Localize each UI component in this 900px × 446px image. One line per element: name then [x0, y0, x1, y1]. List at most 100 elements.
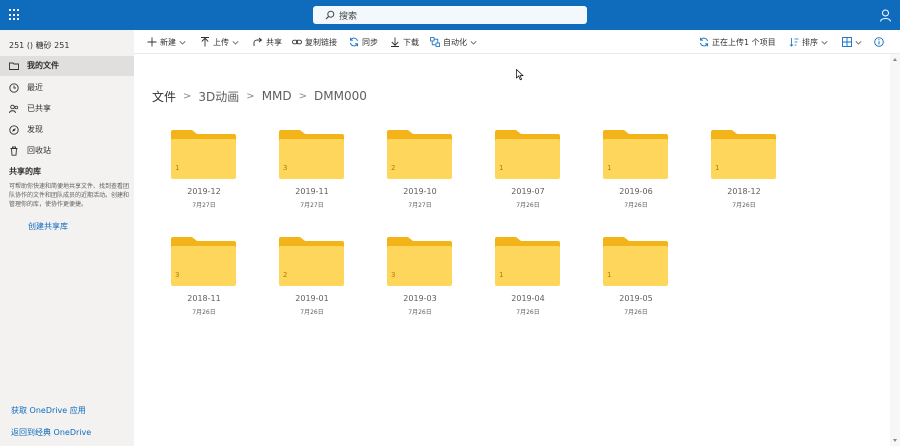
upload-status[interactable]: 正在上传1 个项目 [699, 30, 776, 54]
get-app-link[interactable]: 获取 OneDrive 应用 [11, 405, 86, 416]
automate-label: 自动化 [443, 37, 467, 47]
folder-tile[interactable]: 3 2019-03 7月26日 [368, 237, 472, 331]
share-label: 共享 [266, 37, 282, 47]
folder-icon [603, 237, 668, 286]
sidebar-item-label: 我的文件 [27, 61, 59, 70]
scroll-up-arrow[interactable] [893, 58, 897, 61]
folder-name: 2018-11 [187, 294, 221, 303]
folder-tile[interactable]: 1 2019-05 7月26日 [584, 237, 688, 331]
folder-date: 7月26日 [732, 202, 756, 209]
create-library-link[interactable]: 创建共享库 [28, 221, 68, 232]
view-options-button[interactable] [842, 30, 862, 54]
folder-name: 2019-05 [619, 294, 653, 303]
scroll-down-arrow[interactable] [893, 439, 897, 442]
automate-icon [430, 37, 440, 47]
download-label: 下载 [403, 37, 419, 47]
link-icon [292, 39, 302, 45]
folder-item-count: 1 [715, 164, 720, 172]
sidebar: 251 () 糖砂 251 我的文件 最近 已共享 发现 回收站 共享的库 可帮… [0, 30, 134, 446]
folder-name: 2019-06 [619, 187, 653, 196]
folder-tile[interactable]: 2 2019-10 7月27日 [368, 130, 472, 224]
share-button[interactable]: 共享 [253, 30, 282, 54]
breadcrumb-separator: > [183, 90, 192, 102]
automate-button[interactable]: 自动化 [430, 30, 477, 54]
folder-tile[interactable]: 2 2019-01 7月26日 [260, 237, 364, 331]
chevron-down-icon [470, 40, 477, 45]
compass-icon [9, 125, 19, 135]
upload-label: 上传 [213, 37, 229, 47]
upload-button[interactable]: 上传 [200, 30, 239, 54]
download-button[interactable]: 下载 [390, 30, 419, 54]
sidebar-item-recent[interactable]: 最近 [0, 78, 134, 98]
chevron-down-icon [821, 40, 828, 45]
folder-name: 2019-12 [187, 187, 221, 196]
folder-tile[interactable]: 1 2019-12 7月27日 [152, 130, 256, 224]
folder-tile[interactable]: 1 2019-06 7月26日 [584, 130, 688, 224]
folder-icon [387, 130, 452, 179]
top-bar: 搜索 [0, 0, 900, 30]
account-name: 251 () 糖砂 251 [9, 41, 70, 50]
folder-icon [387, 237, 452, 286]
sync-icon [350, 37, 358, 47]
breadcrumb-item-files[interactable]: 文件 [152, 88, 176, 105]
folder-name: 2019-07 [511, 187, 545, 196]
account-icon[interactable] [879, 9, 892, 22]
sync-status-icon [700, 37, 708, 47]
folder-item-count: 3 [391, 271, 396, 279]
folder-tile[interactable]: 1 2019-07 7月26日 [476, 130, 580, 224]
sync-button[interactable]: 同步 [349, 30, 378, 54]
breadcrumb-item-current: DMM000 [314, 89, 367, 103]
chevron-down-icon [855, 40, 862, 45]
scrollbar[interactable] [890, 54, 900, 446]
folder-date: 7月26日 [624, 202, 648, 209]
folder-date: 7月27日 [408, 202, 432, 209]
folder-item-count: 1 [499, 271, 504, 279]
sync-label: 同步 [362, 37, 378, 47]
folder-name: 2019-10 [403, 187, 437, 196]
breadcrumb-item-mmd[interactable]: MMD [262, 89, 292, 103]
folder-date: 7月27日 [192, 202, 216, 209]
share-icon [253, 37, 263, 46]
breadcrumb-separator: > [246, 90, 255, 102]
folder-date: 7月26日 [192, 309, 216, 316]
breadcrumb-item-3d[interactable]: 3D动画 [198, 88, 239, 105]
folder-icon [9, 62, 19, 70]
sidebar-item-shared[interactable]: 已共享 [0, 99, 134, 119]
sidebar-item-label: 回收站 [27, 146, 51, 155]
folder-name: 2019-04 [511, 294, 545, 303]
shared-libraries-heading: 共享的库 [9, 167, 41, 176]
info-button[interactable] [874, 30, 884, 54]
info-icon [874, 37, 884, 47]
sidebar-item-recycle-bin[interactable]: 回收站 [0, 141, 134, 161]
folder-date: 7月26日 [408, 309, 432, 316]
mouse-cursor-icon [516, 69, 524, 81]
folder-icon [171, 237, 236, 286]
sidebar-item-discover[interactable]: 发现 [0, 120, 134, 140]
folder-item-count: 1 [607, 164, 612, 172]
copy-link-button[interactable]: 复制链接 [292, 30, 337, 54]
folder-name: 2019-11 [295, 187, 329, 196]
copy-link-label: 复制链接 [305, 37, 337, 47]
new-button[interactable]: 新建 [147, 30, 186, 54]
folder-tile[interactable]: 1 2019-04 7月26日 [476, 237, 580, 331]
folder-icon [279, 130, 344, 179]
folder-tile[interactable]: 3 2019-11 7月27日 [260, 130, 364, 224]
folder-icon [495, 237, 560, 286]
app-launcher-icon[interactable] [9, 9, 21, 21]
folder-item-count: 1 [607, 271, 612, 279]
plus-icon [147, 37, 157, 47]
upload-icon [201, 37, 209, 47]
search-placeholder: 搜索 [339, 12, 358, 22]
folder-tile[interactable]: 3 2018-11 7月26日 [152, 237, 256, 331]
people-icon [9, 104, 19, 114]
folder-item-count: 1 [175, 164, 180, 172]
classic-onedrive-link[interactable]: 返回到经典 OneDrive [11, 427, 91, 438]
sort-button[interactable]: 排序 [789, 30, 828, 54]
folder-tile[interactable]: 1 2018-12 7月26日 [692, 130, 796, 224]
sidebar-item-label: 发现 [27, 125, 43, 134]
sidebar-item-my-files[interactable]: 我的文件 [0, 56, 134, 76]
new-label: 新建 [160, 37, 176, 47]
search-box[interactable]: 搜索 [313, 6, 587, 24]
sort-label: 排序 [802, 37, 818, 47]
sidebar-item-label: 已共享 [27, 104, 51, 113]
